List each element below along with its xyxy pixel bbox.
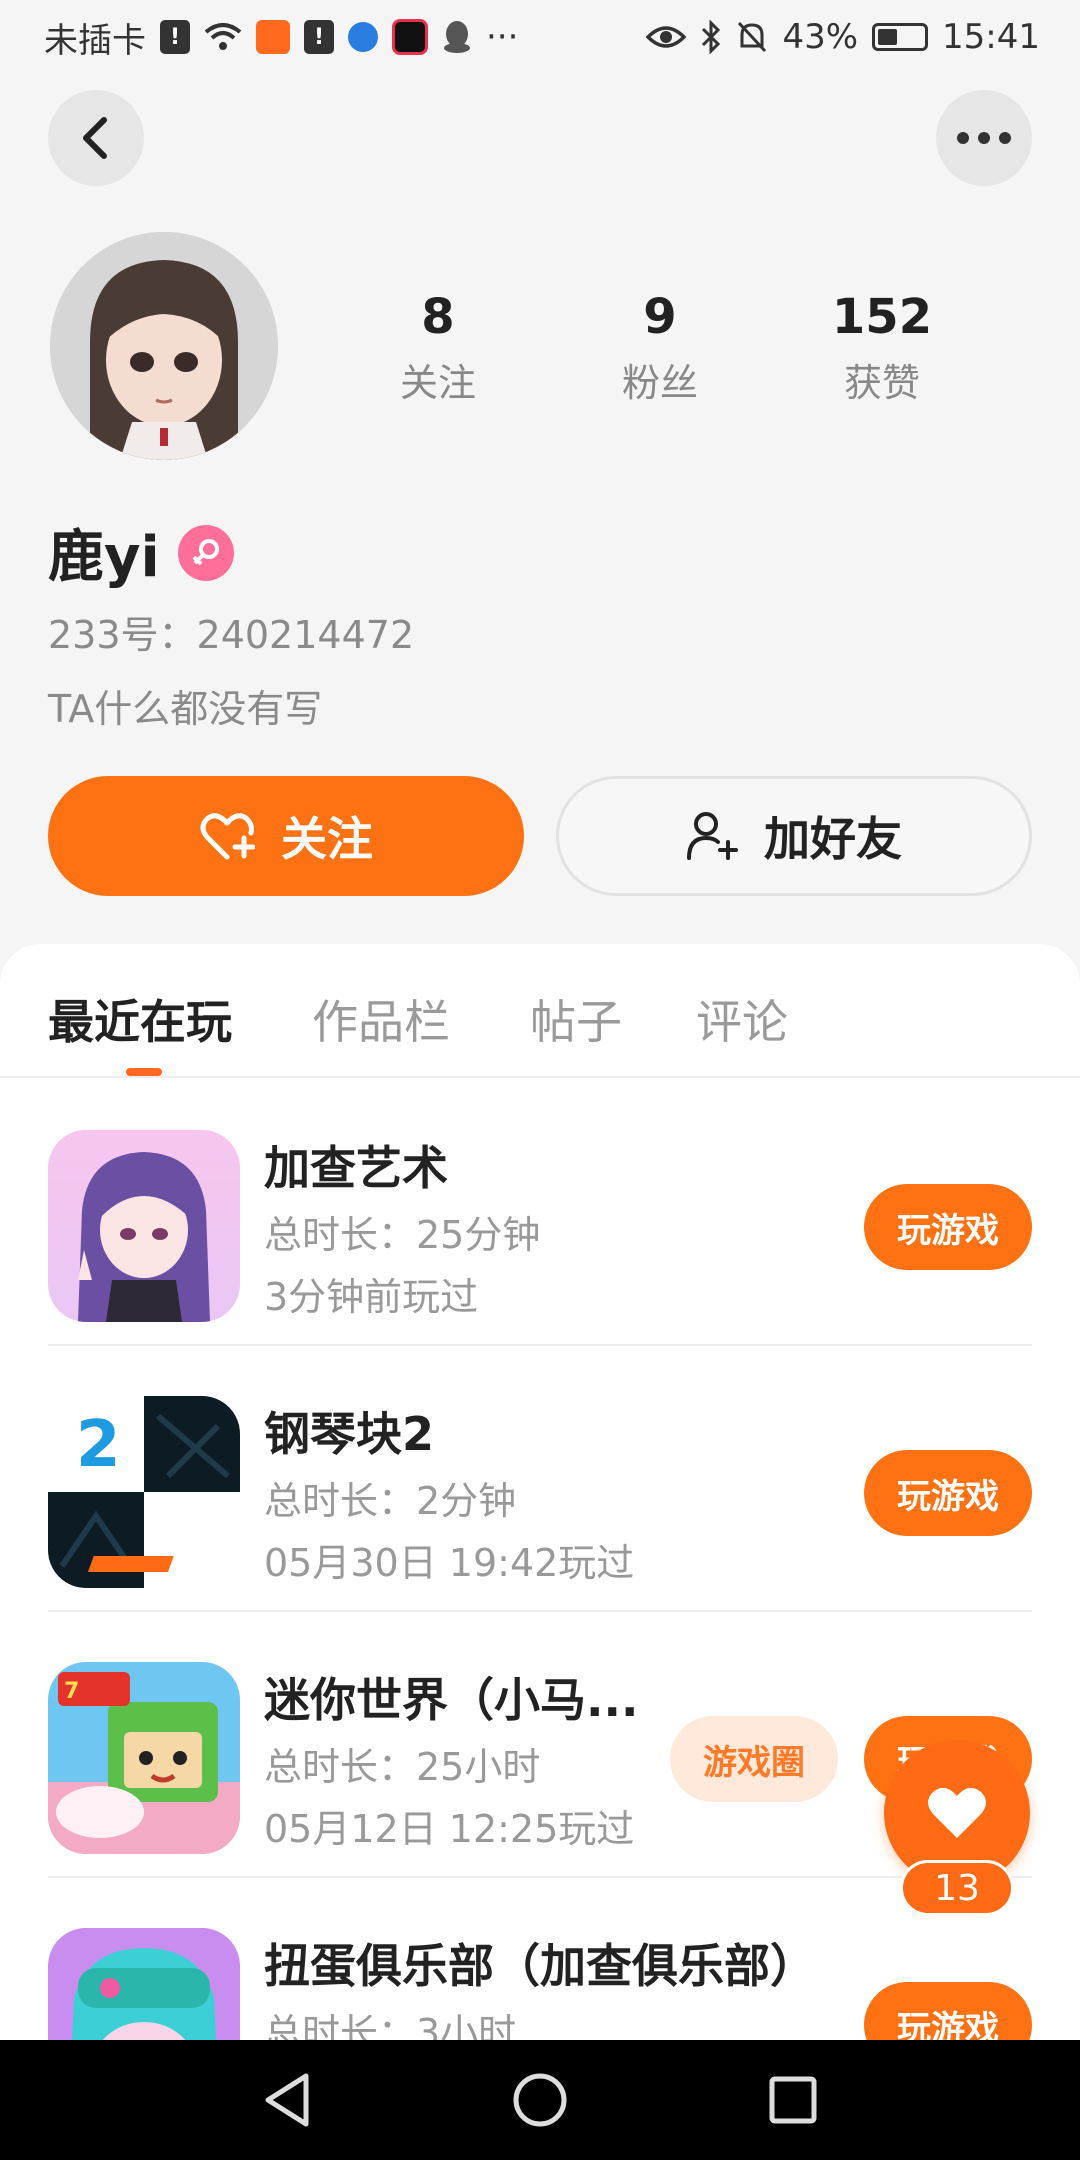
carrier-text: 未插卡	[44, 20, 146, 61]
username: 鹿yi	[48, 525, 160, 590]
list-item[interactable]: 加查艺术 总时长：25分钟 3分钟前玩过 玩游戏	[48, 1080, 1032, 1346]
mute-bell-icon	[736, 20, 768, 54]
list-item[interactable]: 7 迷你世界（小马... 总时长：25小时 05月12日 12:25玩过 游戏圈…	[48, 1612, 1032, 1878]
play-game-button[interactable]: 玩游戏	[864, 1184, 1032, 1270]
chevron-left-icon	[83, 117, 107, 159]
battery-icon	[872, 23, 929, 51]
wifi-icon	[204, 22, 242, 52]
back-button[interactable]	[48, 90, 144, 186]
game-last-played: 05月12日 12:25玩过	[264, 1807, 635, 1851]
username-row: 鹿yi	[48, 512, 234, 593]
system-nav-bar	[0, 2040, 1080, 2160]
stat-following-label: 关注	[399, 361, 476, 405]
game-last-played: 05月30日 19:42玩过	[264, 1541, 635, 1585]
list-item[interactable]: 2 钢琴块2 总时长：2分钟 05月30日 19:42玩过 玩游戏	[48, 1346, 1032, 1612]
status-bar-right: 43% 15:41	[646, 17, 1040, 57]
app-notification-icon	[256, 20, 290, 54]
more-options-button[interactable]	[936, 90, 1032, 186]
game-last-played: 3分钟前玩过	[264, 1275, 479, 1319]
tab-works[interactable]: 作品栏	[312, 986, 450, 1052]
heart-plus-icon	[200, 813, 255, 860]
sim-alert-icon: !	[160, 20, 190, 54]
game-duration: 总时长：3小时	[264, 2011, 517, 2044]
game-duration: 总时长：2分钟	[264, 1479, 517, 1523]
nav-home-button[interactable]	[500, 2060, 580, 2140]
play-game-button[interactable]: 玩游戏	[864, 1450, 1032, 1536]
game-icon-piano-tiles-2: 2	[48, 1396, 240, 1588]
list-item[interactable]: 扭蛋俱乐部（加查俱乐部） 总时长：3小时 玩游戏	[48, 1878, 1032, 2044]
add-friend-button[interactable]: 加好友	[556, 776, 1032, 896]
game-icon-gacha-art	[48, 1130, 240, 1322]
stat-following-count: 8	[421, 289, 455, 345]
user-id: 233号：240214472	[48, 613, 415, 657]
game-title: 迷你世界（小马...	[264, 1673, 639, 1727]
game-duration: 总时长：25小时	[264, 1745, 541, 1789]
follow-button-label: 关注	[281, 812, 373, 866]
game-icon-gacha-club	[48, 1928, 240, 2044]
heart-icon	[928, 1787, 986, 1838]
game-circle-button[interactable]: 游戏圈	[670, 1716, 838, 1802]
alert-icon: !	[304, 20, 334, 54]
status-bar-left: 未插卡 ! ! ···	[44, 13, 518, 62]
stat-following[interactable]: 8 关注	[348, 286, 528, 407]
stat-likes-count: 152	[831, 289, 933, 345]
add-user-icon	[687, 812, 738, 860]
circle-home-icon	[513, 2073, 567, 2127]
status-bar: 未插卡 ! ! ··· 43% 15:41	[0, 0, 1080, 74]
svg-text:2: 2	[76, 1408, 121, 1482]
tab-recent-played[interactable]: 最近在玩	[48, 986, 232, 1052]
game-icon-mini-world: 7	[48, 1662, 240, 1854]
bluetooth-icon	[700, 20, 722, 54]
tab-posts[interactable]: 帖子	[530, 986, 622, 1052]
video-notification-icon	[392, 19, 428, 55]
stat-likes-label: 获赞	[843, 361, 920, 405]
game-title: 扭蛋俱乐部（加查俱乐部）	[264, 1939, 816, 1993]
nav-back-button[interactable]	[247, 2060, 327, 2140]
play-game-button[interactable]: 玩游戏	[864, 1982, 1032, 2044]
game-title: 钢琴块2	[264, 1407, 435, 1461]
user-profile-page: 未插卡 ! ! ··· 43% 15:41 8 关注 9 粉丝 152 获赞 鹿…	[0, 0, 1080, 2160]
like-count-badge: 13	[900, 1860, 1014, 1916]
svg-text:7: 7	[64, 1679, 79, 1704]
qq-icon	[442, 20, 472, 54]
game-duration: 总时长：25分钟	[264, 1213, 541, 1257]
avatar[interactable]	[50, 232, 278, 460]
stat-followers[interactable]: 9 粉丝	[570, 286, 750, 407]
more-notifications-text: ···	[486, 17, 519, 57]
game-title: 加查艺术	[264, 1141, 448, 1195]
avatar-illustration	[50, 232, 278, 460]
female-icon	[177, 524, 234, 581]
browser-notification-icon	[348, 22, 378, 52]
active-tab-indicator	[126, 1068, 162, 1076]
eye-comfort-icon	[646, 23, 687, 51]
follow-button[interactable]: 关注	[48, 776, 524, 896]
profile-tabs: 最近在玩 作品栏 帖子 评论	[0, 944, 1080, 1078]
add-friend-label: 加好友	[764, 812, 902, 866]
triangle-back-icon	[265, 2073, 309, 2127]
stat-likes[interactable]: 152 获赞	[792, 286, 972, 407]
more-dots-icon	[957, 132, 1011, 144]
user-bio: TA什么都没有写	[48, 687, 323, 731]
nav-recents-button[interactable]	[753, 2060, 833, 2140]
clock-time: 15:41	[942, 17, 1040, 57]
tab-comments[interactable]: 评论	[696, 986, 788, 1052]
stat-followers-count: 9	[643, 289, 677, 345]
stat-followers-label: 粉丝	[621, 361, 698, 405]
battery-percent: 43%	[782, 17, 859, 57]
square-recents-icon	[769, 2076, 817, 2124]
